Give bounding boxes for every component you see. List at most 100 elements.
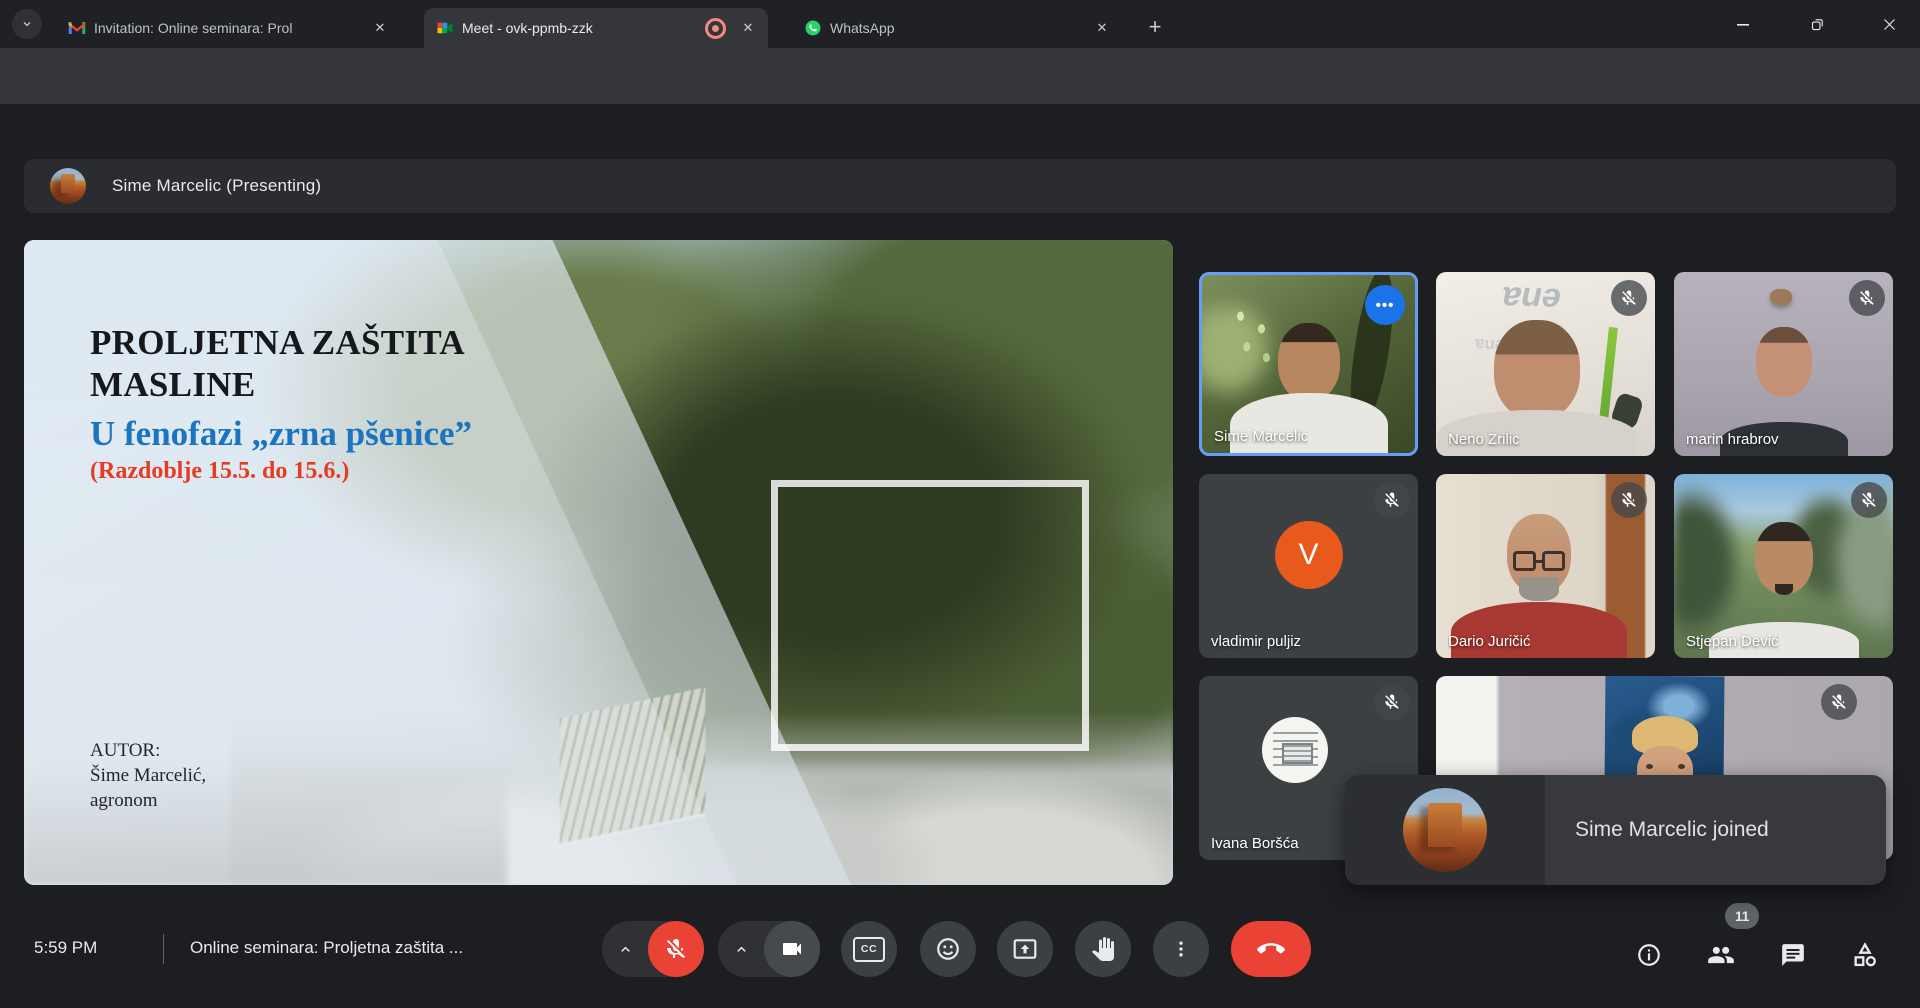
tile-more-options-button[interactable]: ••• xyxy=(1365,285,1405,325)
participant-name: vladimir puljiz xyxy=(1211,633,1301,650)
participant-name: Ivana Boršća xyxy=(1211,835,1299,852)
participant-tile-vladimir[interactable]: V vladimir puljiz xyxy=(1199,474,1418,658)
footer-divider xyxy=(163,934,164,964)
person-figure xyxy=(1278,323,1340,401)
restore-icon xyxy=(1810,17,1825,32)
mic-control-group xyxy=(602,921,704,977)
presenting-banner: Sime Marcelic (Presenting) xyxy=(24,159,1896,213)
presenting-label: Sime Marcelic (Presenting) xyxy=(112,176,321,196)
mic-off-badge xyxy=(1821,684,1857,720)
avatar xyxy=(1262,717,1328,783)
tab-title: WhatsApp xyxy=(830,20,1082,36)
participant-name: Stjepan Dević xyxy=(1686,633,1779,650)
clock-text: 5:59 PM xyxy=(34,938,97,958)
leave-call-button[interactable] xyxy=(1231,921,1311,977)
participant-tile-stjepan[interactable]: Stjepan Dević xyxy=(1674,474,1893,658)
participant-count-badge: 11 xyxy=(1725,903,1759,929)
participant-name: marin hrabrov xyxy=(1686,431,1779,448)
browser-toolbar: meet.google.com/ovk-ppmb-zzk I xyxy=(0,48,1920,104)
toast-avatar-panel xyxy=(1345,775,1545,885)
slide-title-block: PROLJETNA ZAŠTITA MASLINE U fenofazi „zr… xyxy=(90,322,472,485)
tab-title: Meet - ovk-ppmb-zzk xyxy=(462,20,697,36)
meet-icon xyxy=(436,19,454,37)
more-options-button[interactable] xyxy=(1153,921,1209,977)
person-figure xyxy=(1230,393,1388,456)
video-background xyxy=(1770,289,1792,305)
slide-author-block: AUTOR: Šime Marcelić, agronom xyxy=(90,738,206,813)
video-background-text: ena xyxy=(1498,278,1565,319)
tab-meet[interactable]: Meet - ovk-ppmb-zzk ✕ xyxy=(424,8,768,48)
present-to-all-icon xyxy=(1012,936,1038,962)
window-close-button[interactable] xyxy=(1866,6,1912,42)
person-figure xyxy=(1756,327,1812,397)
gmail-icon xyxy=(68,19,86,37)
raise-hand-button[interactable] xyxy=(1075,921,1131,977)
chevron-down-icon xyxy=(21,18,33,30)
slide-title-line2: MASLINE xyxy=(90,364,472,406)
person-figure xyxy=(1755,522,1813,594)
slide-title-line1: PROLJETNA ZAŠTITA xyxy=(90,322,472,364)
mic-options-button[interactable] xyxy=(602,921,648,977)
person-figure xyxy=(1775,584,1793,595)
activities-button[interactable] xyxy=(1844,934,1886,976)
smiley-icon xyxy=(935,936,961,962)
chat-button[interactable] xyxy=(1772,934,1814,976)
meeting-details-button[interactable] xyxy=(1628,934,1670,976)
show-participants-button[interactable] xyxy=(1700,934,1742,976)
window-minimize-button[interactable] xyxy=(1720,6,1766,42)
mic-off-badge xyxy=(1374,684,1410,720)
close-icon xyxy=(1882,17,1897,32)
meet-window: { "browser": { "tabs": [ {"title": "Invi… xyxy=(0,0,1920,1008)
slide-subtitle: U fenofazi „zrna pšenice” xyxy=(90,414,472,454)
meeting-title: Online seminara: Proljetna zaštita ... xyxy=(190,938,463,958)
joined-user-avatar xyxy=(1403,788,1487,872)
avatar: V xyxy=(1275,521,1343,589)
mic-off-badge xyxy=(1849,280,1885,316)
person-figure xyxy=(1513,551,1565,571)
videocam-icon xyxy=(780,937,804,961)
participant-tile-marin[interactable]: marin hrabrov xyxy=(1674,272,1893,456)
slide-author-role: agronom xyxy=(90,788,206,813)
participant-tile-neno[interactable]: ena dena Neno Zrilic xyxy=(1436,272,1655,456)
mic-off-icon xyxy=(664,937,688,961)
captions-button[interactable]: CC xyxy=(841,921,897,977)
camera-toggle-button[interactable] xyxy=(764,921,820,977)
chevron-up-icon xyxy=(734,942,749,957)
present-button[interactable] xyxy=(997,921,1053,977)
participant-name: Dario Juričić xyxy=(1448,633,1531,650)
tab-close-button[interactable]: ✕ xyxy=(1090,16,1114,40)
participant-tile-dario[interactable]: Dario Juričić xyxy=(1436,474,1655,658)
chat-icon xyxy=(1780,942,1806,968)
mic-toggle-button[interactable] xyxy=(648,921,704,977)
minimize-icon xyxy=(1736,17,1750,31)
tab-close-button[interactable]: ✕ xyxy=(368,16,392,40)
shapes-icon xyxy=(1851,941,1879,969)
whatsapp-icon xyxy=(804,19,822,37)
mic-off-badge xyxy=(1374,482,1410,518)
tab-gmail-invitation[interactable]: Invitation: Online seminara: Prol ✕ xyxy=(56,8,400,48)
participant-name: Sime Marcelic xyxy=(1214,428,1308,445)
mic-off-badge xyxy=(1611,280,1647,316)
people-icon xyxy=(1707,941,1735,969)
info-icon xyxy=(1636,942,1662,968)
participant-tile-sime[interactable]: ••• Sime Marcelic xyxy=(1199,272,1418,456)
cc-icon: CC xyxy=(853,937,885,962)
chevron-up-icon xyxy=(618,942,633,957)
person-figure xyxy=(1519,577,1559,601)
reactions-button[interactable] xyxy=(920,921,976,977)
tab-close-button[interactable]: ✕ xyxy=(736,16,760,40)
tab-search-button[interactable] xyxy=(12,9,42,39)
more-vert-icon xyxy=(1171,939,1191,959)
camera-options-button[interactable] xyxy=(718,921,764,977)
tab-whatsapp[interactable]: WhatsApp ✕ xyxy=(792,8,1122,48)
hand-icon xyxy=(1091,937,1115,961)
recording-indicator-icon xyxy=(705,18,726,39)
camera-control-group xyxy=(718,921,820,977)
shared-presentation: PROLJETNA ZAŠTITA MASLINE U fenofazi „zr… xyxy=(24,240,1173,885)
window-restore-button[interactable] xyxy=(1794,6,1840,42)
mic-off-badge xyxy=(1611,482,1647,518)
toast-message: Sime Marcelic joined xyxy=(1575,818,1769,842)
join-notification-toast: Sime Marcelic joined xyxy=(1345,775,1886,885)
person-figure xyxy=(1494,320,1580,420)
new-tab-button[interactable]: + xyxy=(1140,12,1170,42)
